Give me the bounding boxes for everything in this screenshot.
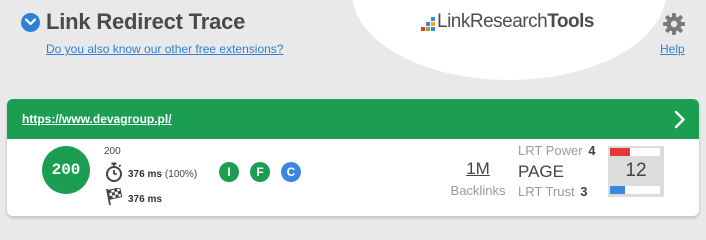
header: Link Redirect Trace Do you also know our…	[0, 0, 706, 90]
result-url-link[interactable]: https://www.devagroup.pl/	[22, 112, 172, 126]
lrt-power-value: 4	[588, 143, 596, 158]
brand-dot	[431, 22, 435, 26]
status-code-badge: 200	[42, 146, 90, 194]
result-header[interactable]: https://www.devagroup.pl/	[7, 99, 699, 139]
total-time-row: 376 ms	[105, 187, 162, 211]
backlinks-label: Backlinks	[450, 183, 506, 198]
backlinks-count-link[interactable]: 1M	[448, 159, 508, 179]
badge-f[interactable]: F	[250, 162, 270, 182]
brand-logo: LinkResearchTools	[421, 11, 594, 33]
status-code-label: 200	[104, 146, 121, 157]
badge-c[interactable]: C	[281, 162, 301, 182]
badge-i[interactable]: I	[219, 162, 239, 182]
gear-icon[interactable]	[662, 12, 686, 41]
trust-bar	[610, 186, 660, 194]
page-label: PAGE	[518, 162, 564, 181]
checkered-flag-icon	[105, 187, 123, 211]
power-bar-fill	[610, 148, 630, 156]
feature-badges: I F C	[219, 162, 312, 182]
response-time-percent: (100%)	[164, 169, 198, 180]
lrt-power: LRT Power 4	[518, 143, 596, 158]
response-time-row: 376 ms (100%)	[105, 162, 197, 187]
brand-dot	[426, 27, 430, 31]
redirect-result-card: https://www.devagroup.pl/ 200 200 376 ms…	[7, 99, 699, 216]
brand-name: LinkResearchTools	[437, 11, 594, 32]
power-trust-value: 12	[625, 160, 647, 181]
total-time: 376 ms	[128, 194, 162, 205]
other-extensions-link[interactable]: Do you also know our other free extensio…	[46, 42, 283, 56]
title-row: Link Redirect Trace	[21, 9, 245, 35]
page-title: Link Redirect Trace	[46, 9, 246, 34]
brand-dot	[426, 22, 430, 26]
chevron-down-icon[interactable]	[21, 12, 40, 32]
stopwatch-icon	[105, 162, 123, 187]
power-trust-score[interactable]: 12	[608, 146, 664, 197]
chevron-right-icon[interactable]	[674, 110, 686, 134]
lrt-trust-value: 3	[580, 184, 588, 199]
trust-bar-fill	[610, 186, 625, 194]
brand-dot	[421, 27, 425, 31]
power-bar	[610, 148, 660, 156]
lrt-trust: LRT Trust 3	[518, 184, 588, 199]
response-time: 376 ms (100%)	[128, 169, 198, 180]
brand-dot	[431, 27, 435, 31]
brand-dot	[431, 17, 435, 21]
help-link[interactable]: Help	[660, 42, 685, 56]
brand-dots-icon	[421, 17, 435, 31]
